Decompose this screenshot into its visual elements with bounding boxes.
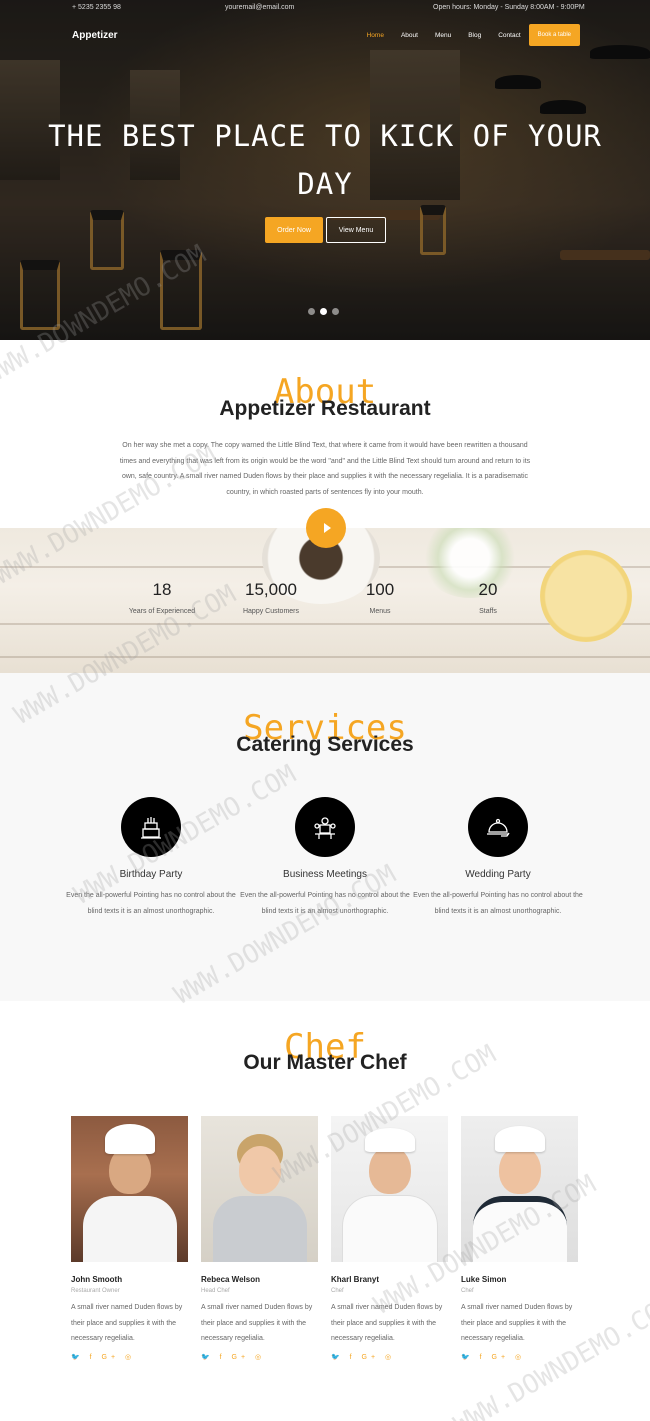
chef-card: Kharl Branyt Chef A small river named Du… bbox=[331, 1116, 449, 1361]
chef-role: Chef bbox=[331, 1288, 344, 1294]
birthday-cake-icon bbox=[141, 817, 161, 839]
stat-number: 20 bbox=[478, 580, 498, 599]
chef-role: Restaurant Owner bbox=[71, 1288, 120, 1294]
chef-body bbox=[473, 1196, 567, 1262]
nav-menu: Home About Menu Blog Contact Book a tabl… bbox=[350, 22, 580, 48]
stat-number: 100 bbox=[365, 580, 395, 599]
chef-body bbox=[343, 1196, 437, 1262]
chef-head bbox=[239, 1146, 281, 1194]
view-menu-button[interactable]: View Menu bbox=[326, 217, 386, 243]
services-title: Catering Services bbox=[236, 733, 414, 756]
serving-cloche-icon bbox=[487, 818, 510, 837]
stat-label: Years of Experienced bbox=[128, 608, 196, 615]
book-table-button[interactable]: Book a table bbox=[528, 24, 580, 46]
nav-item-contact[interactable]: Contact bbox=[498, 32, 520, 39]
stat-item: 18 Years of Experienced bbox=[102, 580, 222, 615]
chef-head bbox=[369, 1146, 411, 1194]
chef-social-icons[interactable]: 🐦 f G+ ◎ bbox=[461, 1353, 579, 1361]
chef-body bbox=[213, 1196, 307, 1262]
chef-body bbox=[83, 1196, 177, 1262]
chef-photo bbox=[71, 1116, 188, 1262]
chef-desc: A small river named Duden flows by their… bbox=[201, 1304, 313, 1342]
service-item: Birthday Party Even the all-powerful Poi… bbox=[66, 797, 236, 919]
service-icon-circle bbox=[295, 797, 355, 857]
business-meeting-icon bbox=[314, 817, 336, 839]
carousel-dot[interactable] bbox=[308, 308, 315, 315]
chef-photo bbox=[331, 1116, 448, 1262]
stat-label: Menus bbox=[369, 608, 391, 615]
stat-item: 20 Staffs bbox=[428, 580, 548, 615]
service-name: Business Meetings bbox=[283, 869, 367, 880]
chef-name: John Smooth bbox=[71, 1275, 123, 1284]
carousel-dot[interactable] bbox=[332, 308, 339, 315]
service-desc: Even the all-powerful Pointing has no co… bbox=[66, 892, 236, 915]
service-item: Business Meetings Even the all-powerful … bbox=[240, 797, 410, 919]
service-desc: Even the all-powerful Pointing has no co… bbox=[240, 892, 410, 915]
chef-social-icons[interactable]: 🐦 f G+ ◎ bbox=[201, 1353, 319, 1361]
stat-label: Staffs bbox=[479, 608, 497, 615]
lemon-image bbox=[540, 550, 632, 642]
order-now-button[interactable]: Order Now bbox=[265, 217, 323, 243]
chef-role: Head Chef bbox=[201, 1288, 230, 1294]
topbar-phone: + 5235 2355 98 bbox=[72, 4, 121, 11]
service-item: Wedding Party Even the all-powerful Poin… bbox=[413, 797, 583, 919]
stat-label: Happy Customers bbox=[242, 608, 300, 615]
hero-section: + 5235 2355 98 youremail@email.com Open … bbox=[0, 0, 650, 340]
brand-logo[interactable]: Appetizer bbox=[72, 30, 118, 41]
nav-item-blog[interactable]: Blog bbox=[468, 32, 481, 39]
chef-card: Rebeca Welson Head Chef A small river na… bbox=[201, 1116, 319, 1361]
chef-photo bbox=[461, 1116, 578, 1262]
service-icon-circle bbox=[121, 797, 181, 857]
service-icon-circle bbox=[468, 797, 528, 857]
topbar: + 5235 2355 98 youremail@email.com Open … bbox=[0, 0, 650, 16]
about-text: On her way she met a copy. The copy warn… bbox=[119, 442, 531, 496]
stat-item: 100 Menus bbox=[320, 580, 440, 615]
stat-number: 18 bbox=[152, 580, 172, 599]
wood-plank-line bbox=[0, 656, 650, 658]
chef-social-icons[interactable]: 🐦 f G+ ◎ bbox=[71, 1353, 189, 1361]
chef-photo bbox=[201, 1116, 318, 1262]
chef-hat bbox=[365, 1128, 415, 1152]
play-video-button[interactable] bbox=[306, 508, 346, 548]
service-name: Birthday Party bbox=[119, 869, 183, 880]
chef-desc: A small river named Duden flows by their… bbox=[331, 1304, 443, 1342]
service-desc: Even the all-powerful Pointing has no co… bbox=[413, 892, 583, 915]
chef-desc: A small river named Duden flows by their… bbox=[461, 1304, 573, 1342]
carousel-dots bbox=[308, 308, 339, 315]
chef-hat bbox=[105, 1124, 155, 1154]
chef-hat bbox=[495, 1126, 545, 1152]
hero-title: THE BEST PLACE TO KICK OF YOUR DAY bbox=[48, 119, 602, 201]
nav-item-menu[interactable]: Menu bbox=[435, 32, 451, 39]
chef-card: Luke Simon Chef A small river named Dude… bbox=[461, 1116, 579, 1361]
chef-card: John Smooth Restaurant Owner A small riv… bbox=[71, 1116, 189, 1361]
stat-number: 15,000 bbox=[245, 580, 297, 599]
service-name: Wedding Party bbox=[465, 869, 531, 880]
chef-name: Luke Simon bbox=[461, 1275, 507, 1284]
chef-name: Kharl Branyt bbox=[331, 1275, 380, 1284]
chef-head bbox=[499, 1146, 541, 1194]
navbar: Appetizer Home About Menu Blog Contact B… bbox=[0, 22, 650, 50]
stat-item: 15,000 Happy Customers bbox=[211, 580, 331, 615]
carousel-dot-active[interactable] bbox=[320, 308, 327, 315]
chef-desc: A small river named Duden flows by their… bbox=[71, 1304, 183, 1342]
nav-item-about[interactable]: About bbox=[401, 32, 418, 39]
topbar-email: youremail@email.com bbox=[225, 4, 295, 11]
topbar-hours: Open hours: Monday - Sunday 8:00AM - 9:0… bbox=[433, 4, 585, 11]
chef-role: Chef bbox=[461, 1288, 474, 1294]
chef-social-icons[interactable]: 🐦 f G+ ◎ bbox=[331, 1353, 449, 1361]
chef-name: Rebeca Welson bbox=[201, 1275, 260, 1284]
chef-title: Our Master Chef bbox=[243, 1051, 407, 1074]
nav-item-home[interactable]: Home bbox=[367, 32, 384, 39]
about-title: Appetizer Restaurant bbox=[219, 397, 431, 420]
